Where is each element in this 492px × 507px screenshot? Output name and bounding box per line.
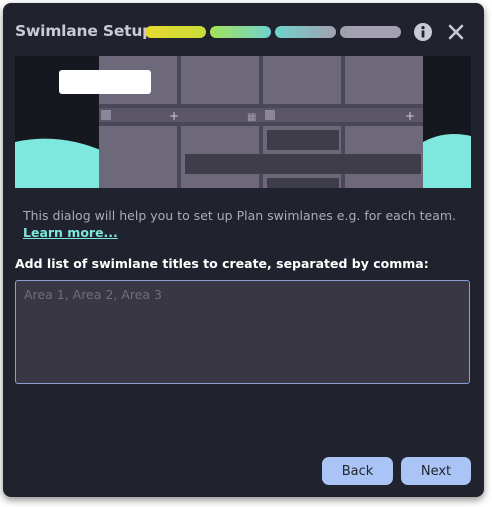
swimlane-illustration: + ▦ + bbox=[15, 56, 471, 188]
back-button[interactable]: Back bbox=[322, 457, 393, 485]
svg-text:▦: ▦ bbox=[247, 112, 256, 123]
swimlane-setup-dialog: Swimlane Setup + ▦ + This dialog will he… bbox=[3, 3, 484, 497]
dialog-title: Swimlane Setup bbox=[15, 22, 154, 40]
next-button[interactable]: Next bbox=[401, 457, 471, 485]
info-icon[interactable] bbox=[413, 22, 433, 42]
helper-text: This dialog will help you to set up Plan… bbox=[23, 207, 475, 241]
close-icon[interactable] bbox=[446, 22, 466, 42]
swimlane-titles-label: Add list of swimlane titles to create, s… bbox=[15, 256, 429, 271]
learn-more-link[interactable]: Learn more... bbox=[23, 225, 118, 240]
swimlane-titles-input[interactable] bbox=[15, 280, 470, 384]
description-text: This dialog will help you to set up Plan… bbox=[23, 208, 457, 223]
progress-step-3 bbox=[275, 26, 336, 38]
swimlane-title-placeholder bbox=[59, 70, 151, 94]
progress-step-1 bbox=[145, 26, 206, 38]
svg-text:+: + bbox=[405, 109, 415, 123]
svg-text:+: + bbox=[169, 109, 179, 123]
progress-step-2 bbox=[210, 26, 271, 38]
progress-step-4 bbox=[340, 26, 401, 38]
